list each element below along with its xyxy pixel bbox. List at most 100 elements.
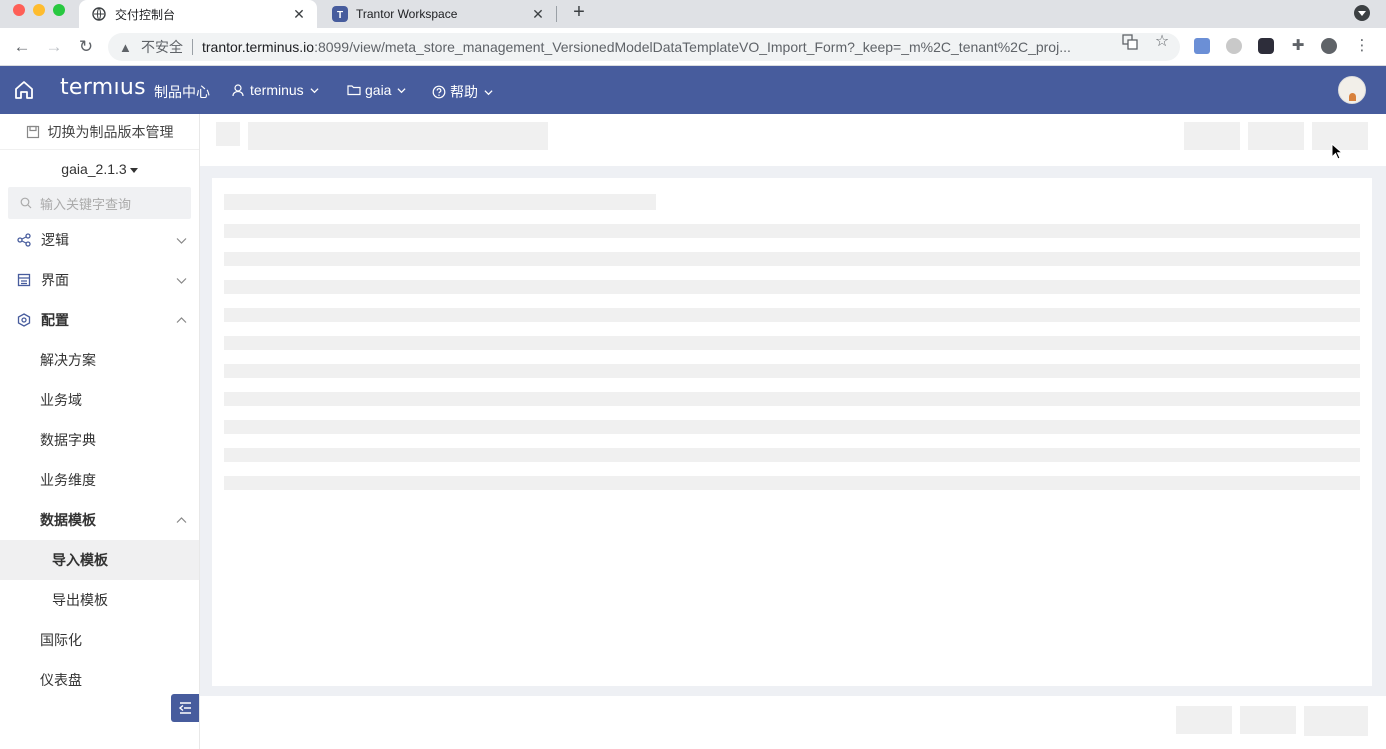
nav-item-label: 业务域 bbox=[40, 392, 82, 408]
bookmark-star-icon[interactable]: ☆ bbox=[1154, 34, 1170, 50]
nav-item-solution[interactable]: 解决方案 bbox=[0, 340, 199, 380]
nav-item-import-template[interactable]: 导入模板 bbox=[0, 540, 199, 580]
user-menu[interactable]: terminus bbox=[232, 82, 319, 98]
chevron-down-icon bbox=[310, 87, 319, 93]
nav-item-label: 数据模板 bbox=[40, 512, 96, 528]
browser-toolbar: ← → ↻ ▲ 不安全 trantor.terminus.io:8099/vie… bbox=[0, 28, 1386, 66]
skeleton-icon bbox=[216, 122, 240, 146]
nav-section-label: 界面 bbox=[41, 272, 69, 288]
switch-label: 切换为制品版本管理 bbox=[47, 123, 174, 140]
nav-item-label: 业务维度 bbox=[40, 472, 96, 488]
user-menu-label: terminus bbox=[250, 82, 304, 98]
collapse-sidebar-button[interactable] bbox=[171, 694, 199, 722]
search-input[interactable]: 输入关键字查询 bbox=[8, 187, 191, 219]
forward-arrow-icon[interactable]: → bbox=[43, 36, 65, 58]
url-host: trantor.terminus.io bbox=[202, 39, 315, 55]
layout-icon bbox=[17, 273, 31, 287]
chevron-up-icon bbox=[176, 516, 187, 523]
close-tab-icon[interactable]: ✕ bbox=[291, 6, 307, 22]
nav-item-data-template[interactable]: 数据模板 bbox=[0, 500, 199, 540]
help-menu-label: 帮助 bbox=[450, 84, 478, 100]
back-arrow-icon[interactable]: ← bbox=[11, 36, 33, 58]
mouse-pointer-icon bbox=[1331, 143, 1343, 160]
switch-version-management-button[interactable]: 切换为制品版本管理 bbox=[0, 114, 199, 150]
nav-item-label: 国际化 bbox=[40, 632, 82, 648]
browser-tab-active[interactable]: 交付控制台 ✕ bbox=[79, 0, 317, 28]
nav-item-label: 数据字典 bbox=[40, 432, 96, 448]
form-card-skeleton bbox=[212, 178, 1372, 686]
skeleton-row bbox=[224, 336, 1360, 350]
skeleton-button bbox=[1176, 706, 1232, 734]
maximize-window-button[interactable] bbox=[53, 4, 65, 16]
browser-tab-inactive[interactable]: T Trantor Workspace ✕ bbox=[320, 0, 556, 28]
chevron-down-icon bbox=[484, 89, 493, 95]
more-vertical-icon[interactable]: ⋮ bbox=[1354, 38, 1370, 54]
nav-item-label: 解决方案 bbox=[40, 352, 96, 368]
globe-icon bbox=[91, 6, 107, 22]
help-circle-icon bbox=[432, 85, 446, 99]
nav-section-label: 逻辑 bbox=[41, 232, 69, 248]
nav-item-business-dimension[interactable]: 业务维度 bbox=[0, 460, 199, 500]
caret-down-icon bbox=[129, 167, 138, 173]
settings-hexagon-icon bbox=[17, 313, 31, 327]
save-icon bbox=[26, 125, 39, 138]
cube-extension-icon[interactable] bbox=[1258, 38, 1274, 54]
skeleton-row bbox=[224, 392, 1360, 406]
omnibox-divider bbox=[192, 39, 193, 55]
browser-tab-bar: 交付控制台 ✕ T Trantor Workspace ✕ + bbox=[0, 0, 1386, 28]
svg-text:T: T bbox=[337, 10, 343, 21]
skeleton-button bbox=[1184, 122, 1240, 150]
url-text[interactable]: trantor.terminus.io:8099/view/meta_store… bbox=[202, 39, 1107, 55]
warning-icon[interactable]: ▲ bbox=[119, 40, 135, 55]
brand-logo[interactable]: termıus bbox=[60, 75, 146, 100]
close-window-button[interactable] bbox=[13, 4, 25, 16]
skeleton-button bbox=[1240, 706, 1296, 734]
profile-icon[interactable] bbox=[1321, 38, 1337, 54]
record-extension-icon[interactable] bbox=[1226, 38, 1242, 54]
nav-section-label: 配置 bbox=[41, 312, 69, 328]
nav-section-logic[interactable]: 逻辑 bbox=[0, 220, 199, 260]
reload-icon[interactable]: ↻ bbox=[75, 36, 97, 58]
jh-extension-icon[interactable] bbox=[1194, 38, 1210, 54]
puzzle-extensions-icon[interactable]: ✚ bbox=[1290, 38, 1306, 54]
skeleton-button bbox=[1304, 706, 1368, 736]
nav-item-label: 仪表盘 bbox=[40, 672, 82, 688]
nav-section-ui[interactable]: 界面 bbox=[0, 260, 199, 300]
nav-item-label: 导出模板 bbox=[52, 592, 108, 608]
home-icon[interactable] bbox=[13, 79, 35, 101]
new-tab-button[interactable]: + bbox=[569, 2, 589, 24]
collapse-menu-icon bbox=[178, 702, 191, 714]
version-selector[interactable]: gaia_2.1.3 bbox=[0, 161, 199, 177]
chevron-up-icon bbox=[176, 316, 187, 323]
nav-item-data-dictionary[interactable]: 数据字典 bbox=[0, 420, 199, 460]
nav-item-business-domain[interactable]: 业务域 bbox=[0, 380, 199, 420]
nav-section-config[interactable]: 配置 bbox=[0, 300, 199, 340]
avatar[interactable] bbox=[1338, 76, 1366, 104]
tab-search-icon[interactable] bbox=[1354, 5, 1370, 21]
project-menu[interactable]: gaia bbox=[347, 82, 407, 98]
security-label[interactable]: 不安全 bbox=[141, 37, 183, 57]
nav-item-dashboard[interactable]: 仪表盘 bbox=[0, 660, 199, 700]
search-icon bbox=[20, 197, 32, 209]
chevron-down-icon bbox=[397, 87, 407, 93]
product-title[interactable]: 制品中心 bbox=[154, 82, 210, 102]
address-bar[interactable]: ▲ 不安全 trantor.terminus.io:8099/view/meta… bbox=[108, 33, 1180, 61]
translate-icon[interactable] bbox=[1122, 34, 1138, 50]
search-placeholder: 输入关键字查询 bbox=[40, 196, 132, 212]
tab-title: Trantor Workspace bbox=[356, 7, 458, 21]
skeleton-row bbox=[224, 364, 1360, 378]
main-content bbox=[200, 114, 1386, 749]
skeleton-row bbox=[224, 252, 1360, 266]
skeleton-row bbox=[224, 420, 1360, 434]
version-label: gaia_2.1.3 bbox=[61, 161, 127, 177]
project-menu-label: gaia bbox=[365, 82, 392, 98]
nav-item-i18n[interactable]: 国际化 bbox=[0, 620, 199, 660]
minimize-window-button[interactable] bbox=[33, 4, 45, 16]
app-header: termıus 制品中心 terminus gaia 帮助 bbox=[0, 66, 1386, 114]
help-menu[interactable]: 帮助 bbox=[432, 82, 493, 102]
nav-item-export-template[interactable]: 导出模板 bbox=[0, 580, 199, 620]
skeleton-row bbox=[224, 448, 1360, 462]
tab-divider bbox=[556, 6, 557, 22]
url-path: :8099/view/meta_store_management_Version… bbox=[314, 39, 1071, 55]
close-tab-icon[interactable]: ✕ bbox=[530, 6, 546, 22]
